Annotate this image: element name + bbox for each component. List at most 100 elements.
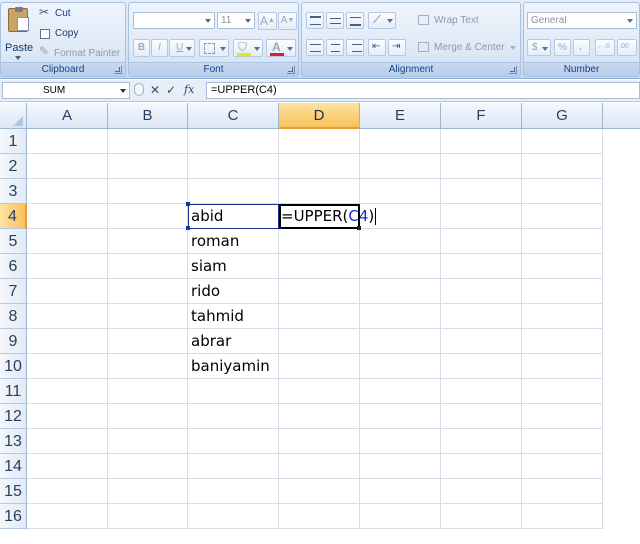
cell-d12[interactable]	[279, 404, 360, 429]
font-color-button[interactable]: A	[266, 39, 296, 57]
cell-a11[interactable]	[27, 379, 108, 404]
cell-d3[interactable]	[279, 179, 360, 204]
cell-d14[interactable]	[279, 454, 360, 479]
wrap-text-button[interactable]: Wrap Text	[416, 12, 506, 29]
row-header-12[interactable]: 12	[0, 404, 27, 429]
cell-c9[interactable]: abrar	[188, 329, 279, 354]
cell-g2[interactable]	[522, 154, 603, 179]
name-box-dropdown-icon[interactable]	[120, 89, 126, 93]
row-header-8[interactable]: 8	[0, 304, 27, 329]
cell-f1[interactable]	[441, 129, 522, 154]
cell-c6[interactable]: siam	[188, 254, 279, 279]
cell-b2[interactable]	[108, 154, 188, 179]
fill-color-button[interactable]: ⛉	[233, 39, 263, 57]
name-box[interactable]: SUM	[2, 82, 130, 99]
font-size-field[interactable]: 11	[217, 12, 255, 29]
cell-f9[interactable]	[441, 329, 522, 354]
align-left-button[interactable]	[306, 39, 324, 56]
align-top-button[interactable]	[306, 12, 324, 29]
cell-e7[interactable]	[360, 279, 441, 304]
cell-b5[interactable]	[108, 229, 188, 254]
cell-c10[interactable]: baniyamin	[188, 354, 279, 379]
cell-a4[interactable]	[27, 204, 108, 229]
cell-b10[interactable]	[108, 354, 188, 379]
cell-c8[interactable]: tahmid	[188, 304, 279, 329]
column-header-e[interactable]: E	[360, 103, 441, 129]
cell-a9[interactable]	[27, 329, 108, 354]
cell-e2[interactable]	[360, 154, 441, 179]
orientation-button[interactable]: ⟋	[368, 12, 396, 29]
cell-b16[interactable]	[108, 504, 188, 529]
cell-g7[interactable]	[522, 279, 603, 304]
cell-b12[interactable]	[108, 404, 188, 429]
row-header-14[interactable]: 14	[0, 454, 27, 479]
cell-g8[interactable]	[522, 304, 603, 329]
cell-f10[interactable]	[441, 354, 522, 379]
cell-a14[interactable]	[27, 454, 108, 479]
align-right-button[interactable]	[346, 39, 364, 56]
cell-c1[interactable]	[188, 129, 279, 154]
enter-icon[interactable]: ✓	[166, 83, 176, 97]
increase-decimal-button[interactable]: ←.0	[595, 39, 615, 56]
cell-g15[interactable]	[522, 479, 603, 504]
clipboard-launcher-icon[interactable]	[114, 66, 122, 74]
cell-d11[interactable]	[279, 379, 360, 404]
row-header-9[interactable]: 9	[0, 329, 27, 354]
cell-f6[interactable]	[441, 254, 522, 279]
cell-a13[interactable]	[27, 429, 108, 454]
cell-g14[interactable]	[522, 454, 603, 479]
cell-c3[interactable]	[188, 179, 279, 204]
cell-a1[interactable]	[27, 129, 108, 154]
cell-d7[interactable]	[279, 279, 360, 304]
range-handle[interactable]	[186, 202, 190, 206]
cell-a8[interactable]	[27, 304, 108, 329]
cell-g10[interactable]	[522, 354, 603, 379]
cell-f14[interactable]	[441, 454, 522, 479]
cell-g13[interactable]	[522, 429, 603, 454]
cell-g12[interactable]	[522, 404, 603, 429]
formula-input[interactable]: =UPPER(C4)	[206, 82, 640, 99]
insert-function-icon[interactable]: fx	[184, 83, 194, 96]
cell-d13[interactable]	[279, 429, 360, 454]
cancel-icon[interactable]: ✕	[150, 83, 160, 97]
cell-d2[interactable]	[279, 154, 360, 179]
copy-button[interactable]: Copy	[39, 27, 99, 41]
cell-b8[interactable]	[108, 304, 188, 329]
cell-b6[interactable]	[108, 254, 188, 279]
cell-c4[interactable]: abid	[188, 204, 279, 229]
cell-b11[interactable]	[108, 379, 188, 404]
cell-c15[interactable]	[188, 479, 279, 504]
cell-b15[interactable]	[108, 479, 188, 504]
font-name-field[interactable]	[133, 12, 215, 29]
row-header-10[interactable]: 10	[0, 354, 27, 379]
cell-c14[interactable]	[188, 454, 279, 479]
bold-button[interactable]: B	[133, 39, 150, 57]
cut-button[interactable]: ✂ Cut	[39, 5, 99, 21]
column-header-c[interactable]: C	[188, 103, 279, 129]
cell-c5[interactable]: roman	[188, 229, 279, 254]
borders-button[interactable]	[199, 39, 229, 57]
cell-a2[interactable]	[27, 154, 108, 179]
cell-b14[interactable]	[108, 454, 188, 479]
row-header-15[interactable]: 15	[0, 479, 27, 504]
align-center-button[interactable]	[326, 39, 344, 56]
cell-c12[interactable]	[188, 404, 279, 429]
cell-b4[interactable]	[108, 204, 188, 229]
cell-g16[interactable]	[522, 504, 603, 529]
cell-d6[interactable]	[279, 254, 360, 279]
column-header-f[interactable]: F	[441, 103, 522, 129]
cell-b7[interactable]	[108, 279, 188, 304]
cell-c7[interactable]: rido	[188, 279, 279, 304]
cell-c13[interactable]	[188, 429, 279, 454]
cell-f4[interactable]	[441, 204, 522, 229]
decrease-indent-button[interactable]: ⇤	[368, 39, 386, 56]
fill-handle[interactable]	[357, 226, 361, 230]
cell-c11[interactable]	[188, 379, 279, 404]
percent-button[interactable]: %	[554, 39, 571, 56]
underline-button[interactable]: U	[169, 39, 195, 57]
cell-d4-editing[interactable]: =UPPER(C4)	[279, 204, 377, 229]
row-header-11[interactable]: 11	[0, 379, 27, 404]
cell-b3[interactable]	[108, 179, 188, 204]
cell-c2[interactable]	[188, 154, 279, 179]
cell-a12[interactable]	[27, 404, 108, 429]
